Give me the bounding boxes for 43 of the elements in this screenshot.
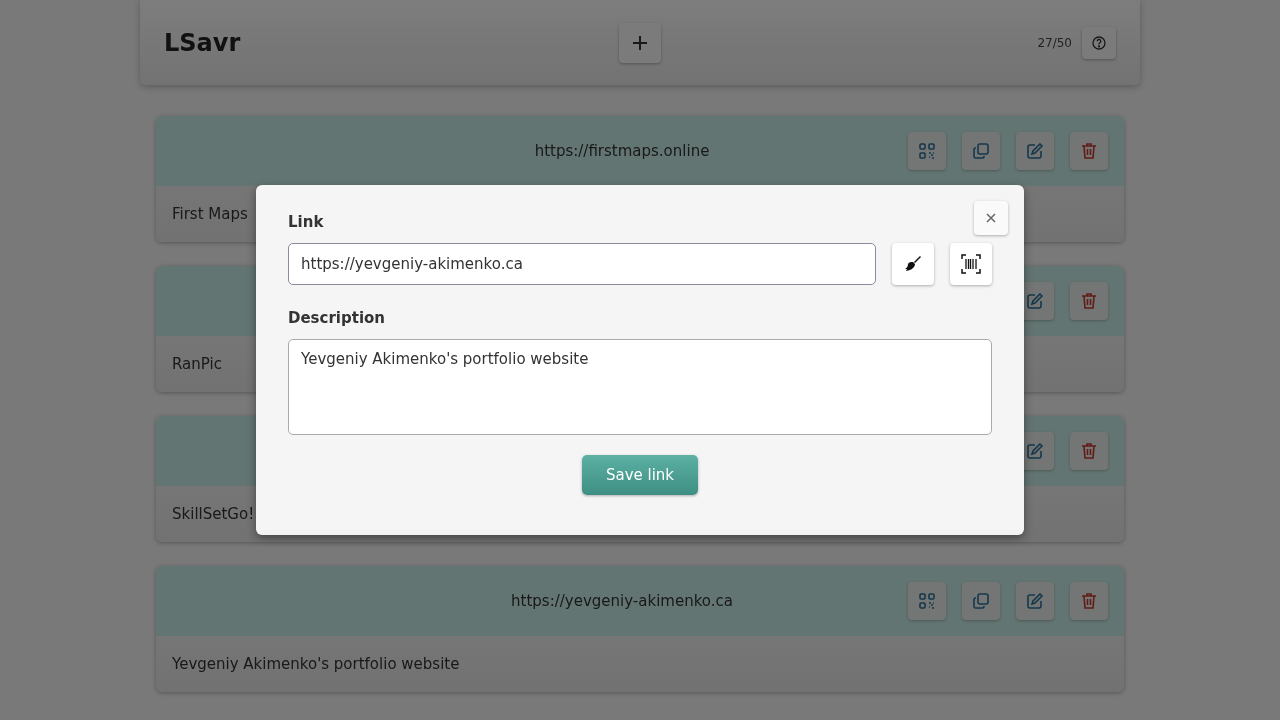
edit-icon xyxy=(1026,292,1044,310)
edit-icon xyxy=(1026,442,1044,460)
plus-icon xyxy=(631,33,649,52)
field-label: Description xyxy=(288,309,386,327)
link-url[interactable]: https://yevgeniy-akimenko.ca xyxy=(511,592,733,610)
copy-button[interactable] xyxy=(962,582,1000,620)
link-description: First Maps xyxy=(172,205,248,223)
link-count: 27/50 xyxy=(1037,35,1072,50)
qr-button[interactable] xyxy=(908,582,946,620)
scan-button[interactable] xyxy=(950,243,992,285)
add-button[interactable] xyxy=(619,22,661,63)
help-button[interactable] xyxy=(1082,26,1116,59)
link-description: SkillSetGo! xyxy=(172,505,255,523)
barcode-scan-icon xyxy=(961,254,981,274)
qr-code-icon xyxy=(918,592,936,610)
clear-button[interactable] xyxy=(892,243,934,285)
trash-icon xyxy=(1080,292,1098,310)
copy-button[interactable] xyxy=(962,132,1000,170)
close-button[interactable] xyxy=(974,201,1008,235)
link-url[interactable]: https://firstmaps.online xyxy=(534,142,710,160)
trash-icon xyxy=(1080,142,1098,160)
delete-button[interactable] xyxy=(1070,282,1108,320)
trash-icon xyxy=(1080,592,1098,610)
app-title: LSavr xyxy=(164,28,242,57)
description-input-field[interactable]: Yevgeniy Akimenko's portfolio website xyxy=(288,339,992,435)
trash-icon xyxy=(1080,442,1098,460)
field-label: Link xyxy=(288,213,324,231)
delete-button[interactable] xyxy=(1070,432,1108,470)
close-icon xyxy=(986,213,996,223)
link-input-field[interactable]: https://yevgeniy-akimenko.ca xyxy=(288,243,876,285)
link-description: RanPic xyxy=(172,355,222,373)
copy-icon xyxy=(972,592,990,610)
delete-button[interactable] xyxy=(1070,132,1108,170)
help-icon xyxy=(1092,35,1106,50)
edit-icon xyxy=(1026,592,1044,610)
save-link-button[interactable]: Save link xyxy=(581,455,699,495)
delete-button[interactable] xyxy=(1070,582,1108,620)
copy-icon xyxy=(972,142,990,160)
qr-button[interactable] xyxy=(908,132,946,170)
link-description: Yevgeniy Akimenko's portfolio website xyxy=(172,655,460,673)
edit-icon xyxy=(1026,142,1044,160)
qr-code-icon xyxy=(918,142,936,160)
broom-icon xyxy=(903,254,923,274)
